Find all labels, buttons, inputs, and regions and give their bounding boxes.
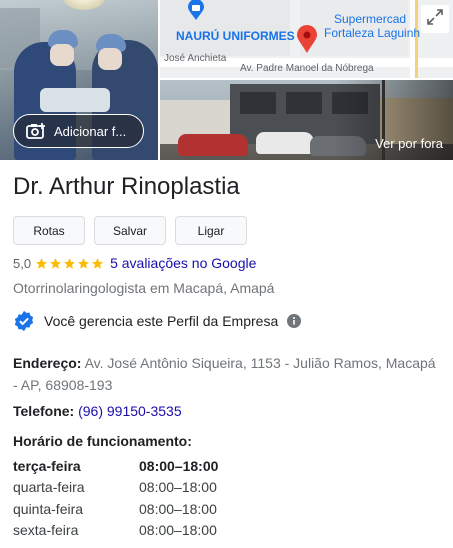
star-icon [50, 257, 61, 269]
expand-map-button[interactable] [421, 5, 449, 33]
hours-row: sexta-feira 08:00–18:00 [13, 520, 218, 542]
hours-day: quinta-feira [13, 500, 84, 517]
photo-operating-table [40, 88, 110, 112]
hours-table[interactable]: terça-feira 08:00–18:00 quarta-feira 08:… [13, 455, 218, 541]
expand-icon [427, 8, 443, 30]
map-label-supermarket: Supermercad [334, 12, 407, 26]
hours-row: quinta-feira 08:00–18:00 [13, 498, 218, 520]
phone-label: Telefone: [13, 403, 75, 419]
business-photo[interactable]: Adicionar f... [0, 0, 158, 160]
street-window [240, 92, 276, 114]
shopping-bag-icon [188, 0, 204, 20]
hours-time: 08:00–18:00 [139, 522, 217, 539]
call-button[interactable]: Ligar [175, 216, 247, 245]
star-icon [64, 257, 75, 269]
hours-day: terça-feira [13, 457, 81, 474]
street-car [256, 132, 314, 154]
map-label-street: Av. Padre Manoel da Nóbrega [240, 63, 374, 74]
action-buttons: Rotas Salvar Ligar [13, 216, 247, 245]
phone-link[interactable]: (96) 99150-3535 [78, 403, 182, 419]
street-window [286, 92, 322, 114]
info-icon[interactable] [287, 314, 302, 328]
hours-time: 08:00–18:00 [139, 457, 219, 474]
rating-row: 5,0 5 avaliações no Google [13, 255, 256, 271]
rating-score: 5,0 [13, 255, 32, 271]
directions-button[interactable]: Rotas [13, 216, 85, 245]
star-icon [92, 257, 103, 269]
rating-stars [35, 257, 104, 270]
map-block [160, 0, 290, 56]
hours-row: terça-feira 08:00–18:00 [13, 455, 218, 477]
map-label-street: José Anchieta [164, 53, 227, 64]
map-label-nauru: NAURÚ UNIFORMES [176, 29, 295, 43]
hours-time: 08:00–18:00 [139, 479, 217, 496]
managed-profile-text: Você gerencia este Perfil da Empresa [44, 313, 279, 329]
hours-time: 08:00–18:00 [139, 500, 217, 517]
hours-row: quarta-feira 08:00–18:00 [13, 477, 218, 499]
hours-day: quarta-feira [13, 479, 85, 496]
add-photo-label: Adicionar f... [54, 123, 127, 139]
address-label: Endereço: [13, 355, 82, 371]
save-button[interactable]: Salvar [94, 216, 166, 245]
address-row: Endereço: Av. José Antônio Siqueira, 115… [13, 352, 443, 396]
business-category: Otorrinolaringologista em Macapá, Amapá [13, 280, 275, 296]
phone-row: Telefone: (96) 99150-3535 [13, 403, 182, 419]
reviews-link[interactable]: 5 avaliações no Google [110, 255, 256, 271]
photo-mask-right [98, 48, 122, 70]
hours-day: sexta-feira [13, 522, 79, 539]
photo-mask-left [50, 44, 74, 66]
map-label-fortaleza: Fortaleza Laguinh [324, 26, 421, 40]
verified-badge-icon [13, 310, 35, 332]
media-strip: Adicionar f... Supermercad Fortaleza Lag… [0, 0, 453, 160]
map-preview[interactable]: Supermercad Fortaleza Laguinh NAURÚ UNIF… [160, 0, 453, 78]
street-view-preview[interactable]: Ver por fora [160, 80, 453, 160]
street-car [178, 134, 248, 156]
add-photo-button[interactable]: Adicionar f... [13, 114, 144, 148]
street-view-label: Ver por fora [375, 136, 443, 151]
star-icon [78, 257, 89, 269]
star-icon [36, 257, 47, 269]
managed-profile-row: Você gerencia este Perfil da Empresa [13, 310, 302, 332]
business-name: Dr. Arthur Rinoplastia [13, 173, 240, 200]
add-photo-icon [26, 123, 46, 139]
hours-label: Horário de funcionamento: [13, 433, 192, 449]
map-pin-icon [297, 25, 317, 53]
